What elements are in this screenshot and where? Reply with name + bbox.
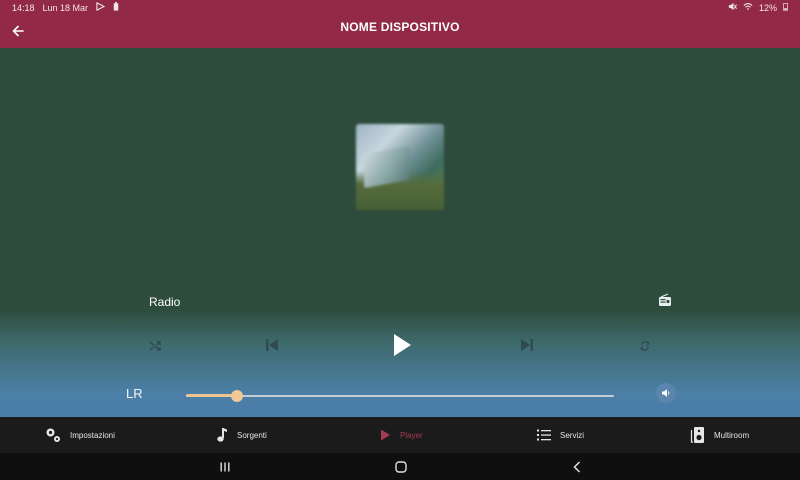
shuffle-icon <box>149 341 161 351</box>
next-button[interactable] <box>517 335 537 355</box>
battery-icon <box>783 2 788 13</box>
shuffle-button[interactable] <box>145 336 165 356</box>
player-area: Radio LR <box>0 48 800 417</box>
system-navigation-bar <box>0 453 800 480</box>
home-icon <box>395 461 407 473</box>
page-title: NOME DISPOSITIVO <box>340 20 460 34</box>
nav-item-servizi[interactable]: Servizi <box>536 417 584 453</box>
nav-label: Multiroom <box>714 430 750 440</box>
music-note-icon <box>217 428 227 442</box>
play-icon <box>394 334 411 356</box>
volume-button[interactable] <box>656 383 676 403</box>
status-time: 14:18 <box>12 2 35 13</box>
app-bar: 14:18 Lun 18 Mar 12% NOME DISPOSITIVO <box>0 0 800 48</box>
notification-battery-icon <box>113 2 119 13</box>
slider-track <box>186 395 614 397</box>
nav-item-sorgenti[interactable]: Sorgenti <box>215 417 267 453</box>
slider-thumb[interactable] <box>231 390 244 402</box>
settings-icon <box>46 428 60 442</box>
list-icon <box>537 429 551 441</box>
chevron-left-icon <box>573 461 581 473</box>
nav-item-player[interactable]: Player <box>378 417 423 453</box>
play-button[interactable] <box>388 331 416 359</box>
skip-next-icon <box>521 339 533 351</box>
nav-label: Sorgenti <box>237 430 267 440</box>
play-icon <box>381 429 390 441</box>
status-bar: 14:18 Lun 18 Mar 12% <box>0 0 800 14</box>
nav-label: Servizi <box>560 430 585 440</box>
battery-percent: 12% <box>758 2 777 13</box>
recent-apps-icon <box>220 462 230 472</box>
skip-previous-icon <box>266 339 278 351</box>
nav-item-impostazioni[interactable]: Impostazioni <box>44 417 115 453</box>
nav-label: Player <box>400 430 423 440</box>
slider-fill <box>186 394 238 397</box>
channel-label: LR <box>126 386 143 401</box>
home-button[interactable] <box>391 457 411 477</box>
source-label: Radio <box>149 295 181 309</box>
radio-icon[interactable] <box>657 292 673 308</box>
system-back-button[interactable] <box>567 457 587 477</box>
speaker-icon <box>690 427 704 443</box>
nav-item-multiroom[interactable]: Multiroom <box>690 417 749 453</box>
wifi-icon <box>743 2 753 13</box>
repeat-button[interactable] <box>635 336 655 356</box>
repeat-icon <box>640 341 650 351</box>
recent-apps-button[interactable] <box>215 457 235 477</box>
bottom-navigation: Impostazioni Sorgenti Player Servizi Mul… <box>0 417 800 453</box>
volume-icon <box>662 389 670 397</box>
play-store-icon <box>96 2 106 13</box>
status-date: Lun 18 Mar <box>42 2 89 13</box>
volume-slider[interactable] <box>186 390 614 402</box>
mute-icon <box>728 2 737 13</box>
album-art <box>356 124 444 210</box>
nav-label: Impostazioni <box>70 430 115 440</box>
previous-button[interactable] <box>262 335 282 355</box>
